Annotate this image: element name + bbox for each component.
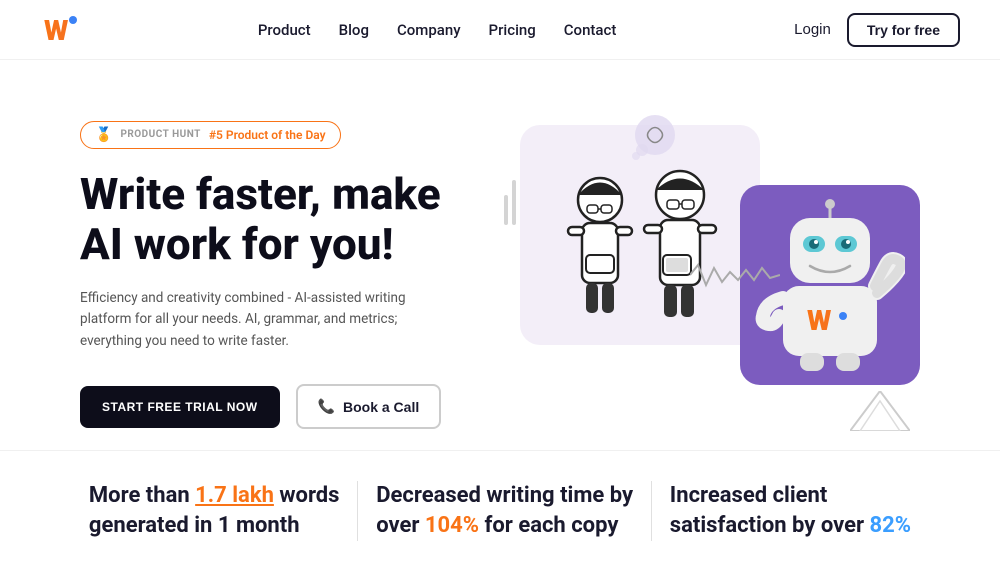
badge-label: PRODUCT HUNT (120, 129, 200, 140)
stat-divider-2 (651, 481, 652, 541)
stat-writing-suffix: for each copy (479, 513, 618, 538)
svg-text:W: W (44, 14, 68, 47)
nav-contact[interactable]: Contact (564, 21, 617, 39)
waveform-deco (690, 260, 780, 294)
hero-buttons: START FREE TRIAL NOW 📞 Book a Call (80, 384, 490, 429)
stat-satisfaction-prefix: Increased clientsatisfaction by over (670, 483, 870, 538)
stat-satisfaction: Increased clientsatisfaction by over 82% (670, 481, 911, 540)
phone-icon: 📞 (318, 398, 335, 415)
stat-writing: Decreased writing time byover 104% for e… (376, 481, 633, 540)
stat-writing-highlight: 104% (425, 513, 479, 538)
try-free-button[interactable]: Try for free (847, 13, 960, 47)
stat-satisfaction-highlight: 82% (870, 513, 912, 538)
navbar: W Product Blog Company Pricing Contact L… (0, 0, 1000, 60)
svg-text:W: W (807, 304, 831, 337)
logo[interactable]: W (40, 10, 80, 50)
nav-pricing[interactable]: Pricing (489, 21, 536, 39)
product-hunt-badge: 🏅 PRODUCT HUNT #5 Product of the Day (80, 121, 341, 149)
badge-text: #5 Product of the Day (209, 128, 326, 142)
nav-product[interactable]: Product (258, 21, 311, 39)
stat-satisfaction-text: Increased clientsatisfaction by over 82% (670, 481, 911, 540)
nav-blog[interactable]: Blog (339, 21, 369, 39)
deco-shape-bottom (850, 391, 910, 435)
stats-section: More than 1.7 lakh wordsgenerated in 1 m… (0, 450, 1000, 571)
start-trial-button[interactable]: START FREE TRIAL NOW (80, 386, 280, 428)
stat-words-text: More than 1.7 lakh wordsgenerated in 1 m… (89, 481, 340, 540)
stat-divider-1 (357, 481, 358, 541)
nav-links: Product Blog Company Pricing Contact (258, 21, 617, 39)
stat-words-highlight: 1.7 lakh (195, 483, 274, 508)
hero-description: Efficiency and creativity combined - AI-… (80, 288, 420, 353)
hero-title: Write faster, make AI work for you! (80, 169, 490, 270)
book-call-button[interactable]: 📞 Book a Call (296, 384, 442, 429)
stat-words-prefix: More than (89, 483, 195, 508)
hero-content: 🏅 PRODUCT HUNT #5 Product of the Day Wri… (80, 121, 490, 430)
book-call-label: Book a Call (343, 399, 419, 415)
hero-section: 🏅 PRODUCT HUNT #5 Product of the Day Wri… (0, 60, 1000, 450)
hero-illustration: W (490, 105, 920, 445)
stat-writing-text: Decreased writing time byover 104% for e… (376, 481, 633, 540)
nav-actions: Login Try for free (794, 13, 960, 47)
badge-icon: 🏅 (95, 127, 112, 143)
stat-words: More than 1.7 lakh wordsgenerated in 1 m… (89, 481, 340, 540)
nav-company[interactable]: Company (397, 21, 461, 39)
thought-bubble (630, 110, 680, 164)
login-button[interactable]: Login (794, 21, 831, 38)
